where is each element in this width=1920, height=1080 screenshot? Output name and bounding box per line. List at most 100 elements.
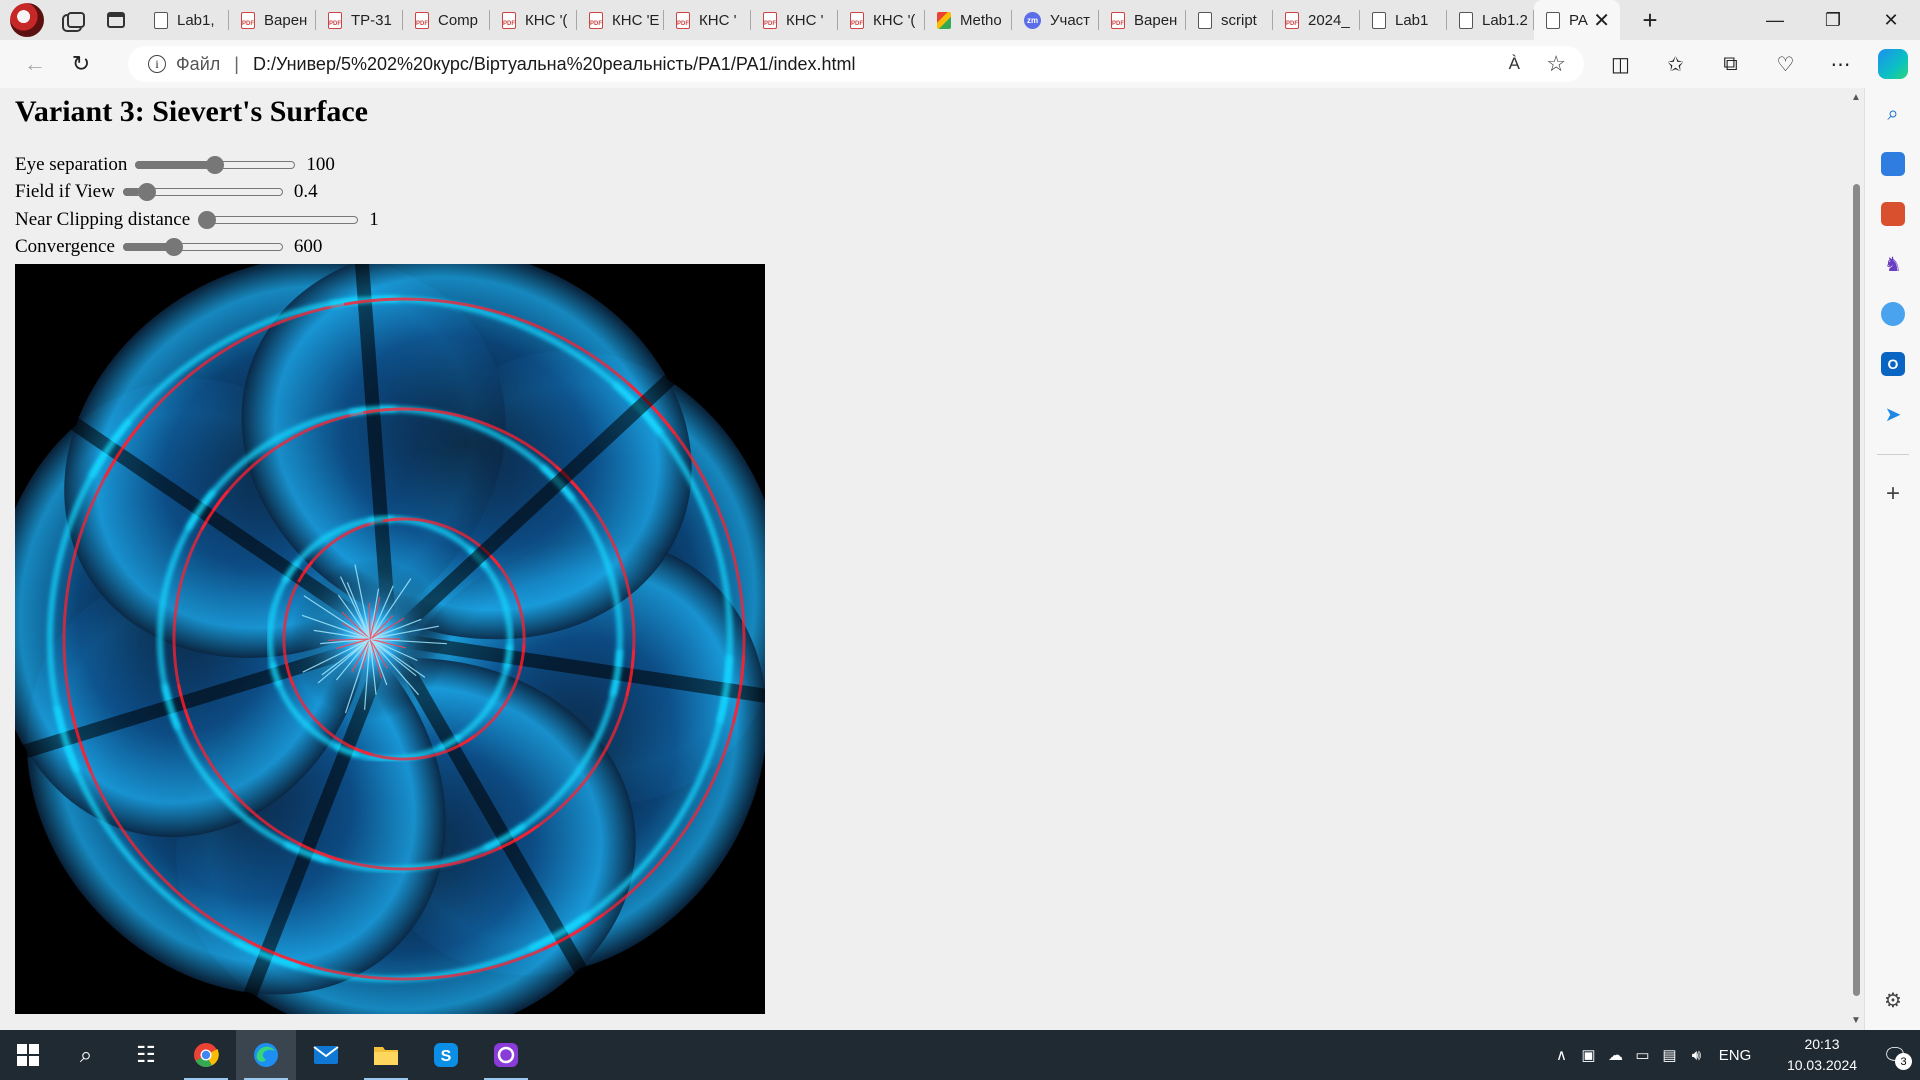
pdf-icon: PDF — [1111, 11, 1125, 29]
pdf-icon: PDF — [1285, 11, 1299, 29]
tab[interactable]: zm Участ — [1012, 0, 1099, 40]
volume-icon[interactable]: 🔊︎ — [1683, 1047, 1710, 1064]
page-scrollbar[interactable]: ▲ ▼ — [1848, 88, 1864, 1030]
close-tab-icon[interactable]: ✕ — [1593, 8, 1610, 33]
scheme-label: Файл — [176, 53, 221, 74]
tab-title: КНС ' — [786, 11, 824, 29]
pdf-icon: PDF — [328, 11, 342, 29]
sidebar-microsoft365-icon[interactable] — [1881, 302, 1905, 326]
page-content: Variant 3: Sievert's Surface Eye separat… — [0, 92, 906, 1080]
pdf-icon: PDF — [763, 11, 777, 29]
pdf-icon: PDF — [415, 11, 429, 29]
field-of-view-label: Field if View — [15, 181, 115, 202]
copilot-icon[interactable] — [1878, 49, 1908, 79]
tab-actions-icon[interactable] — [96, 0, 136, 40]
tab[interactable]: PDF 2024_ — [1273, 0, 1360, 40]
close-window-button[interactable]: ✕ — [1862, 0, 1920, 40]
back-button[interactable]: ← — [14, 43, 56, 85]
read-aloud-icon[interactable]: À — [1509, 54, 1520, 74]
site-info-icon[interactable]: i — [148, 55, 166, 73]
tab[interactable]: PDF КНС ' — [664, 0, 751, 40]
url-text[interactable]: D:/Универ/5%202%20курс/Віртуальна%20реал… — [253, 54, 856, 75]
edge-icon[interactable] — [236, 1030, 296, 1080]
field-of-view-slider[interactable] — [122, 183, 283, 201]
near-clipping-value: 1 — [369, 209, 379, 230]
tab-title: Lab1.2 — [1482, 11, 1528, 29]
tab[interactable]: PDF Варен — [229, 0, 316, 40]
network-icon[interactable]: ▤ — [1656, 1046, 1683, 1064]
favorites-icon[interactable]: ✩ — [1648, 44, 1703, 84]
address-bar[interactable]: i Файл | D:/Универ/5%202%20курс/Віртуаль… — [128, 46, 1584, 82]
tab[interactable]: Lab1, — [142, 0, 229, 40]
input-language-indicator[interactable]: ENG — [1710, 1047, 1760, 1064]
tab-title: КНС ' — [699, 11, 737, 29]
sidebar-tools-icon[interactable] — [1881, 202, 1905, 226]
zoom-icon: zm — [1024, 11, 1041, 29]
github-desktop-icon[interactable] — [476, 1030, 536, 1080]
minimize-button[interactable]: — — [1746, 0, 1804, 40]
sieverts-surface-render — [0, 119, 906, 1080]
notification-center-icon[interactable]: 🗨︎ 3 — [1870, 1030, 1920, 1080]
taskbar-search-icon[interactable]: ⌕ — [56, 1030, 116, 1080]
tab[interactable]: PDF ТР-31 — [316, 0, 403, 40]
tab[interactable]: Lab1 — [1360, 0, 1447, 40]
skype-icon[interactable]: S — [416, 1030, 476, 1080]
pdf-icon: PDF — [589, 11, 603, 29]
tab[interactable]: PDF КНС '( — [490, 0, 577, 40]
tab[interactable]: PDF КНС '( — [838, 0, 925, 40]
meet-now-icon[interactable]: ▣ — [1575, 1046, 1602, 1064]
scroll-down-arrow-icon[interactable]: ▼ — [1851, 1015, 1861, 1026]
tab[interactable]: Lab1.2 — [1447, 0, 1534, 40]
sidebar-shopping-icon[interactable] — [1881, 152, 1905, 176]
show-hidden-icons-chevron-icon[interactable]: ∧ — [1548, 1046, 1575, 1064]
workspaces-icon[interactable] — [56, 0, 96, 40]
restore-button[interactable]: ❐ — [1804, 0, 1862, 40]
new-tab-button[interactable]: + — [1630, 0, 1670, 40]
clock[interactable]: 20:13 10.03.2024 — [1774, 1034, 1870, 1076]
tab-title: КНС '( — [525, 11, 568, 29]
profile-avatar[interactable] — [10, 3, 44, 37]
task-view-icon[interactable]: ☷ — [116, 1030, 176, 1080]
scroll-up-arrow-icon[interactable]: ▲ — [1851, 92, 1861, 103]
sidebar-games-icon[interactable]: ♞ — [1881, 252, 1905, 276]
collections-icon[interactable]: ⧉ — [1703, 44, 1758, 84]
webgl-canvas[interactable] — [0, 119, 906, 1080]
tab-title: Lab1, — [177, 11, 215, 29]
sidebar-outlook-icon[interactable]: O — [1881, 352, 1905, 376]
eye-separation-slider[interactable] — [135, 156, 296, 174]
tab[interactable]: PDF КНС 'E — [577, 0, 664, 40]
tab-title: ТР-31 — [351, 11, 392, 29]
tab[interactable]: script — [1186, 0, 1273, 40]
tab-title: КНС '( — [873, 11, 916, 29]
settings-more-icon[interactable]: ⋯ — [1813, 44, 1868, 84]
convergence-slider[interactable] — [122, 238, 283, 256]
chrome-icon[interactable] — [176, 1030, 236, 1080]
sidebar-settings-gear-icon[interactable]: ⚙ — [1881, 988, 1905, 1012]
file-explorer-icon[interactable] — [356, 1030, 416, 1080]
clock-date: 10.03.2024 — [1786, 1057, 1858, 1073]
tab-active[interactable]: PA ✕ — [1534, 0, 1620, 40]
near-clipping-slider[interactable] — [198, 211, 359, 229]
tab[interactable]: PDF КНС ' — [751, 0, 838, 40]
scrollbar-thumb[interactable] — [1853, 184, 1860, 996]
favorite-star-icon[interactable]: ☆ — [1546, 51, 1566, 77]
start-button[interactable] — [0, 1030, 56, 1080]
battery-icon[interactable]: ▭ — [1629, 1046, 1656, 1064]
split-screen-icon[interactable]: ◫ — [1593, 44, 1648, 84]
mail-icon[interactable] — [296, 1030, 356, 1080]
tab[interactable]: PDF Варен — [1099, 0, 1186, 40]
browser-essentials-icon[interactable]: ♡ — [1758, 44, 1813, 84]
sidebar-add-icon[interactable]: + — [1881, 480, 1905, 507]
near-clipping-control: Near Clipping distance 1 — [15, 209, 379, 231]
refresh-button[interactable]: ↻ — [60, 43, 102, 85]
sidebar-send-icon[interactable]: ➤ — [1881, 402, 1905, 426]
pdf-icon: PDF — [502, 11, 516, 29]
field-of-view-control: Field if View 0.4 — [15, 181, 318, 203]
tab[interactable]: Metho — [925, 0, 1012, 40]
sidebar-search-icon[interactable]: ⌕ — [1881, 102, 1905, 126]
pdf-icon: PDF — [850, 11, 864, 29]
tab[interactable]: PDF Comp — [403, 0, 490, 40]
pdf-icon: PDF — [676, 11, 690, 29]
onedrive-cloud-icon[interactable]: ☁ — [1602, 1046, 1629, 1064]
tab-title: Lab1 — [1395, 11, 1429, 29]
